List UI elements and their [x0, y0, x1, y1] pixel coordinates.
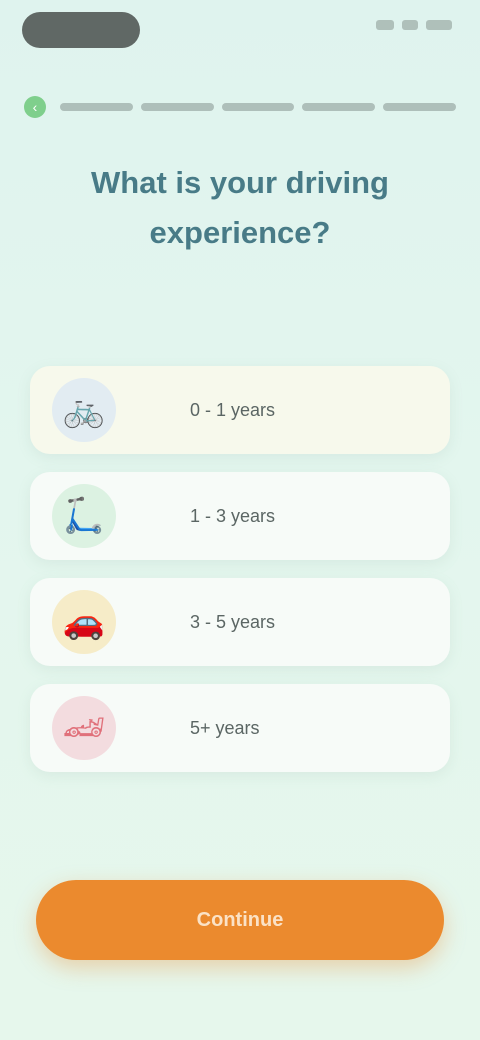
racecar-icon: 🏎 — [52, 696, 116, 760]
option-card[interactable]: 🛴 1 - 3 years — [30, 472, 450, 560]
signal-icon — [376, 20, 394, 30]
car-icon: 🚗 — [52, 590, 116, 654]
option-label: 1 - 3 years — [190, 505, 276, 526]
progress-step-2 — [140, 103, 214, 111]
option-label: 3 - 5 years — [190, 611, 276, 632]
battery-icon — [426, 20, 452, 30]
option-card[interactable]: 🚲 0 - 1 years — [30, 366, 450, 454]
scooter-icon: 🛴 — [52, 484, 116, 548]
question-title: What is your driving experience? — [91, 165, 389, 250]
progress-row: ‹ — [24, 94, 456, 120]
options-list: 🚲 0 - 1 years 🛴 1 - 3 years 🚗 3 - 5 year… — [30, 366, 450, 790]
option-label: 5+ years — [190, 717, 260, 738]
progress-step-1 — [60, 103, 133, 111]
progress-step-3 — [221, 103, 295, 111]
continue-button[interactable]: Continue — [36, 880, 444, 960]
bicycle-icon: 🚲 — [52, 378, 116, 442]
progress-bar — [60, 103, 456, 111]
back-arrow-icon[interactable]: ‹ — [24, 96, 46, 118]
dynamic-island — [22, 12, 140, 48]
option-label: 0 - 1 years — [190, 399, 276, 420]
status-bar — [0, 0, 480, 64]
progress-step-5 — [383, 103, 456, 111]
option-card[interactable]: 🏎 5+ years — [30, 684, 450, 772]
option-card[interactable]: 🚗 3 - 5 years — [30, 578, 450, 666]
status-icons — [376, 20, 452, 30]
wifi-icon — [402, 20, 418, 30]
progress-step-4 — [302, 103, 376, 111]
